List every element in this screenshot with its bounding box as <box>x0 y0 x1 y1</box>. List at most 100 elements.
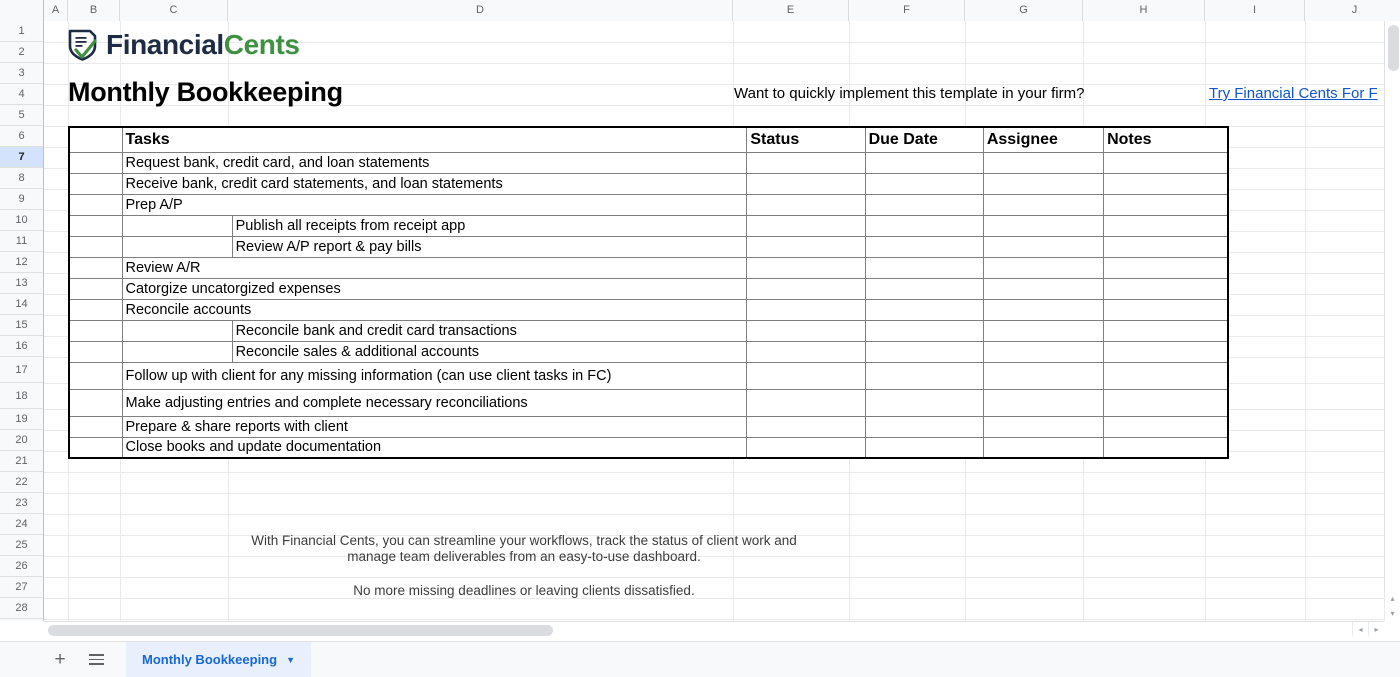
column-header-tasks[interactable]: Tasks <box>121 126 748 153</box>
assignee-cell[interactable] <box>982 172 1105 195</box>
row-header-22[interactable]: 22 <box>0 472 43 493</box>
horizontal-scrollbar[interactable] <box>44 621 1354 637</box>
row-spacer-cell[interactable] <box>68 319 123 342</box>
task-cell[interactable]: Follow up with client for any missing in… <box>121 361 748 390</box>
assignee-cell[interactable] <box>982 151 1105 174</box>
subtask-indent-cell[interactable] <box>121 235 233 258</box>
due-date-cell[interactable] <box>864 256 984 279</box>
notes-cell[interactable] <box>1103 235 1230 258</box>
assignee-cell[interactable] <box>982 340 1105 363</box>
all-sheets-button[interactable] <box>78 642 114 677</box>
task-cell[interactable]: Request bank, credit card, and loan stat… <box>121 151 748 174</box>
notes-cell[interactable] <box>1103 256 1230 279</box>
assignee-cell[interactable] <box>982 256 1105 279</box>
assignee-cell[interactable] <box>982 277 1105 300</box>
add-sheet-button[interactable]: + <box>42 642 78 677</box>
subtask-indent-cell[interactable] <box>121 319 233 342</box>
try-financial-cents-link[interactable]: Try Financial Cents For F <box>1209 85 1378 102</box>
column-header-i[interactable]: I <box>1205 0 1305 21</box>
row-header-1[interactable]: 1 <box>0 21 43 42</box>
row-header-15[interactable]: 15 <box>0 315 43 336</box>
horizontal-scrollbar-thumb[interactable] <box>48 625 553 636</box>
notes-cell[interactable] <box>1103 436 1230 459</box>
notes-cell[interactable] <box>1103 340 1230 363</box>
due-date-cell[interactable] <box>864 172 984 195</box>
notes-cell[interactable] <box>1103 172 1230 195</box>
row-header-20[interactable]: 20 <box>0 430 43 451</box>
column-header-j[interactable]: J <box>1305 0 1400 21</box>
row-spacer-cell[interactable] <box>68 436 123 459</box>
task-cell[interactable]: Catorgize uncatorgized expenses <box>121 277 748 300</box>
column-header-assignee[interactable]: Assignee <box>982 126 1105 153</box>
row-spacer-cell[interactable] <box>68 415 123 438</box>
subtask-indent-cell[interactable] <box>121 340 233 363</box>
status-cell[interactable] <box>746 214 866 237</box>
chevron-down-icon[interactable]: ▼ <box>286 655 295 665</box>
select-all-corner[interactable] <box>0 0 44 21</box>
scroll-right-button[interactable]: ▸ <box>1368 621 1384 636</box>
row-header-5[interactable]: 5 <box>0 105 43 126</box>
row-spacer-cell[interactable] <box>68 235 123 258</box>
due-date-cell[interactable] <box>864 388 984 417</box>
status-cell[interactable] <box>746 319 866 342</box>
row-header-26[interactable]: 26 <box>0 556 43 577</box>
task-cell[interactable]: Review A/R <box>121 256 748 279</box>
notes-cell[interactable] <box>1103 277 1230 300</box>
column-header-b[interactable]: B <box>68 0 120 21</box>
row-spacer-cell[interactable] <box>68 256 123 279</box>
status-cell[interactable] <box>746 415 866 438</box>
column-header-status[interactable]: Status <box>746 126 866 153</box>
column-header-due-date[interactable]: Due Date <box>864 126 984 153</box>
row-spacer-cell[interactable] <box>68 151 123 174</box>
assignee-cell[interactable] <box>982 235 1105 258</box>
row-header-17[interactable]: 17 <box>0 357 43 383</box>
notes-cell[interactable] <box>1103 298 1230 321</box>
column-header-g[interactable]: G <box>965 0 1083 21</box>
assignee-cell[interactable] <box>982 415 1105 438</box>
assignee-cell[interactable] <box>982 193 1105 216</box>
column-header-a[interactable]: A <box>44 0 68 21</box>
due-date-cell[interactable] <box>864 193 984 216</box>
row-header-21[interactable]: 21 <box>0 451 43 472</box>
scroll-left-button[interactable]: ◂ <box>1352 621 1368 636</box>
status-cell[interactable] <box>746 193 866 216</box>
due-date-cell[interactable] <box>864 319 984 342</box>
notes-cell[interactable] <box>1103 193 1230 216</box>
notes-cell[interactable] <box>1103 388 1230 417</box>
subtask-cell[interactable]: Reconcile bank and credit card transacti… <box>231 319 748 342</box>
task-cell[interactable]: Prepare & share reports with client <box>121 415 748 438</box>
row-header-6[interactable]: 6 <box>0 126 43 147</box>
row-header-2[interactable]: 2 <box>0 42 43 63</box>
row-spacer-cell[interactable] <box>68 340 123 363</box>
row-header-28[interactable]: 28 <box>0 598 43 619</box>
row-header-25[interactable]: 25 <box>0 535 43 556</box>
row-header-24[interactable]: 24 <box>0 514 43 535</box>
row-spacer-cell[interactable] <box>68 361 123 390</box>
status-cell[interactable] <box>746 256 866 279</box>
due-date-cell[interactable] <box>864 235 984 258</box>
row-header-4[interactable]: 4 <box>0 84 43 105</box>
column-header-d[interactable]: D <box>228 0 733 21</box>
status-cell[interactable] <box>746 151 866 174</box>
status-cell[interactable] <box>746 172 866 195</box>
assignee-cell[interactable] <box>982 298 1105 321</box>
row-header-14[interactable]: 14 <box>0 294 43 315</box>
task-cell[interactable]: Prep A/P <box>121 193 748 216</box>
subtask-indent-cell[interactable] <box>121 214 233 237</box>
column-header-f[interactable]: F <box>849 0 965 21</box>
status-cell[interactable] <box>746 436 866 459</box>
task-cell[interactable]: Make adjusting entries and complete nece… <box>121 388 748 417</box>
due-date-cell[interactable] <box>864 436 984 459</box>
column-header-e[interactable]: E <box>733 0 849 21</box>
row-header-19[interactable]: 19 <box>0 409 43 430</box>
vertical-scrollbar[interactable] <box>1384 21 1400 621</box>
task-cell[interactable]: Reconcile accounts <box>121 298 748 321</box>
task-cell[interactable]: Receive bank, credit card statements, an… <box>121 172 748 195</box>
row-spacer-cell[interactable] <box>68 193 123 216</box>
task-cell[interactable]: Close books and update documentation <box>121 436 748 459</box>
due-date-cell[interactable] <box>864 151 984 174</box>
status-cell[interactable] <box>746 340 866 363</box>
row-header-16[interactable]: 16 <box>0 336 43 357</box>
row-spacer-cell[interactable] <box>68 172 123 195</box>
due-date-cell[interactable] <box>864 415 984 438</box>
